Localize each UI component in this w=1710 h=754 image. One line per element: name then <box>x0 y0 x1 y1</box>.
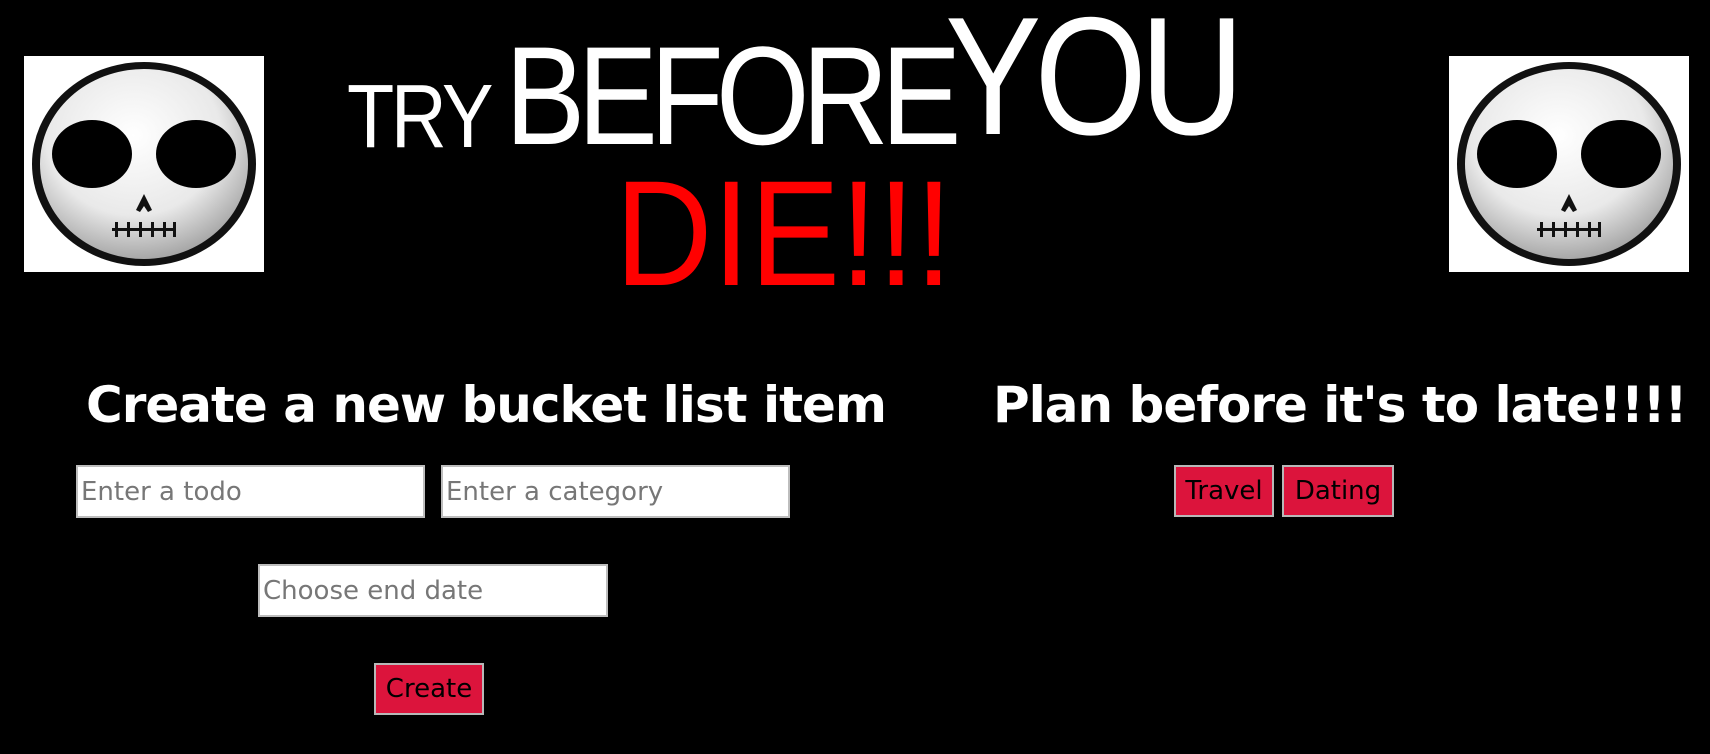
category-button-dating[interactable]: Dating <box>1282 465 1394 517</box>
todo-input[interactable] <box>76 465 425 518</box>
title-die: DIE!!! <box>615 149 953 317</box>
skull-icon <box>1457 62 1681 266</box>
create-heading: Create a new bucket list item <box>86 376 887 434</box>
category-input[interactable] <box>441 465 790 518</box>
skull-image-left <box>24 56 264 272</box>
category-button-travel[interactable]: Travel <box>1174 465 1274 517</box>
title-you: YOU <box>945 0 1244 170</box>
skull-image-right <box>1449 56 1689 272</box>
create-button[interactable]: Create <box>374 663 484 715</box>
plan-heading: Plan before it's to late!!!! <box>993 376 1687 434</box>
title-before: BEFORE <box>505 17 961 174</box>
skull-icon <box>32 62 256 266</box>
title-try: TRY <box>347 67 494 167</box>
end-date-input[interactable] <box>258 564 608 617</box>
